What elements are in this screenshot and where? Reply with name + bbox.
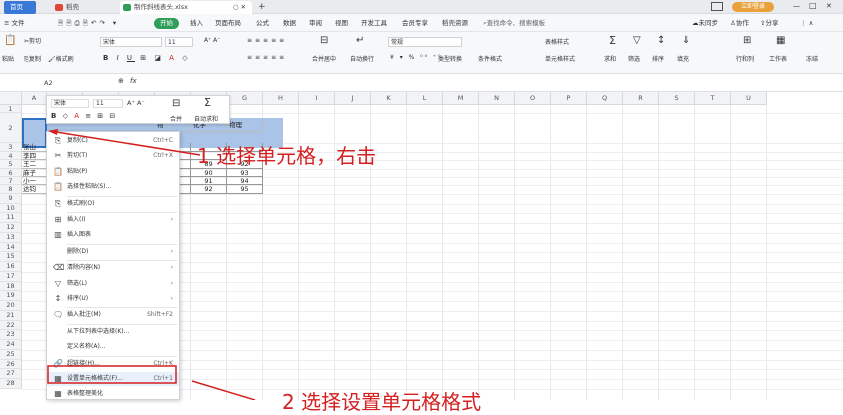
annotation-arrows <box>47 129 256 400</box>
arrow-step1 <box>49 130 201 156</box>
annotation-step1: 1 选择单元格，右击 <box>197 144 377 168</box>
annotation-step2: 2 选择设置单元格格式 <box>282 390 482 414</box>
highlight-format-cells <box>47 365 177 384</box>
arrow-step2 <box>191 380 256 400</box>
arrow-step1-head <box>48 129 58 135</box>
